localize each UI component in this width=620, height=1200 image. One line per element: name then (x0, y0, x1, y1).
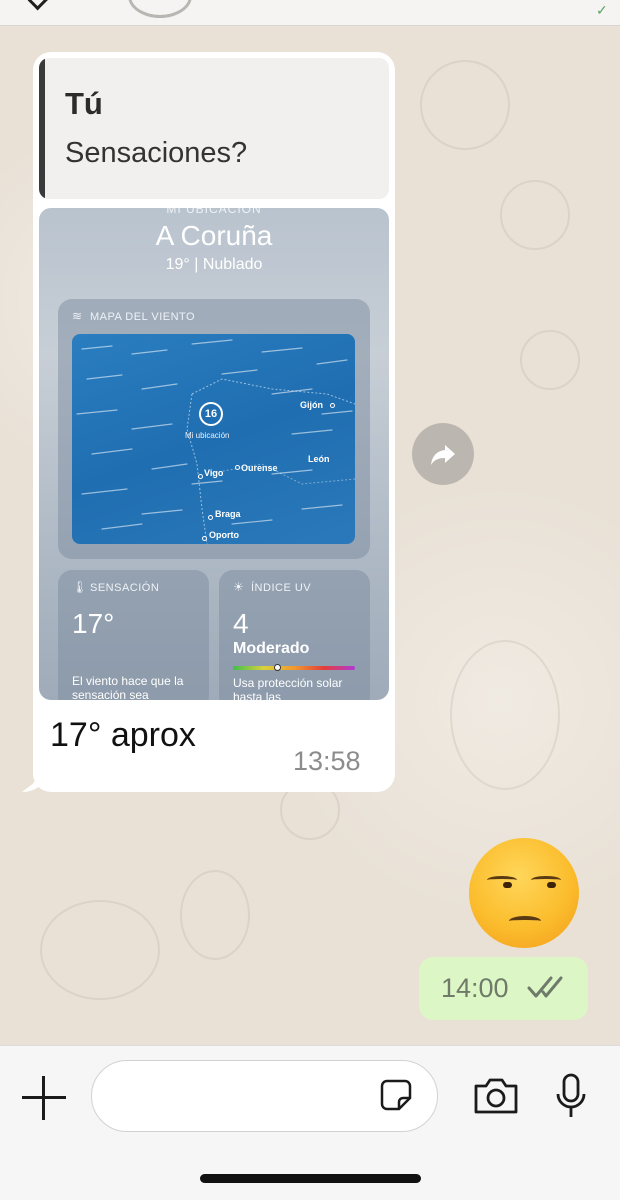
unamused-face-emoji[interactable] (469, 838, 579, 948)
map-place-braga: Braga (215, 509, 241, 519)
uv-level: Moderado (233, 640, 310, 657)
map-dot (208, 515, 213, 520)
feels-like-title: SENSACIÓN (90, 582, 160, 594)
shared-weather-screenshot[interactable]: MI UBICACIÓN A Coruña 19° | Nublado ≋ MA… (39, 208, 389, 700)
call-icon[interactable]: ✓ (596, 2, 610, 18)
forward-arrow-icon (431, 445, 455, 465)
sun-icon: ☀ (233, 580, 244, 594)
left-pupil (503, 882, 512, 888)
plus-icon[interactable] (22, 1076, 66, 1120)
uv-title: ÍNDICE UV (251, 582, 312, 594)
map-place-oporto: Oporto (209, 530, 239, 540)
temperature-pin: 16 (199, 402, 223, 426)
microphone-icon[interactable] (553, 1072, 589, 1120)
map-place-ourense: Ourense (241, 463, 278, 473)
quote-bar (39, 58, 45, 199)
incoming-timestamp: 13:58 (293, 746, 361, 776)
right-eye (531, 876, 561, 884)
uv-index-card: ☀ ÍNDICE UV 4 Moderado Usa protección so… (219, 570, 370, 700)
forward-button[interactable] (412, 423, 474, 485)
map-dot (330, 403, 335, 408)
uv-value: 4 (233, 608, 249, 639)
contact-avatar[interactable] (128, 0, 192, 18)
quoted-reply[interactable]: Tú Sensaciones? (39, 58, 389, 199)
feels-like-value: 17° (72, 608, 115, 639)
wind-map-card: ≋ MAPA DEL VIENTO 16 Mi ubicación Gijón … (58, 299, 370, 559)
map-dot (202, 536, 207, 541)
read-double-check-icon (527, 976, 563, 998)
wind-card-title: MAPA DEL VIENTO (90, 311, 196, 323)
wind-icon: ≋ (72, 309, 83, 323)
current-conditions: 19° | Nublado (165, 256, 263, 273)
mouth (509, 916, 541, 926)
composer-bar (0, 1045, 620, 1200)
outgoing-timestamp: 14:00 (441, 973, 509, 1003)
uv-scale-bar (233, 664, 355, 671)
my-location-label: Mi ubicación (185, 431, 230, 440)
thermometer-icon: 🌡 (72, 580, 88, 594)
left-eye (487, 876, 517, 884)
message-caption: 17° aprox (50, 716, 196, 754)
map-place-vigo: Vigo (204, 468, 224, 478)
map-dot (198, 474, 203, 479)
map-dot (235, 465, 240, 470)
city-name: A Coruña (155, 220, 273, 251)
feels-like-description: El viento hace que la sensación sea (72, 674, 184, 700)
camera-icon[interactable] (472, 1076, 520, 1116)
quoted-text: Sensaciones? (65, 137, 248, 169)
right-pupil (547, 882, 556, 888)
sticker-icon[interactable] (379, 1078, 413, 1112)
outgoing-message-bubble[interactable]: 14:00 (419, 957, 588, 1020)
home-indicator (200, 1174, 421, 1183)
map-place-leon: León (308, 454, 330, 464)
uv-description: Usa protección solar hasta las (233, 676, 343, 700)
wind-map: 16 Mi ubicación Gijón León Vigo Ourense … (72, 334, 355, 544)
back-chevron-icon[interactable] (27, 0, 51, 11)
quoted-author: Tú (65, 86, 103, 121)
chat-header: ✓ (0, 0, 620, 26)
feels-like-card: 🌡 SENSACIÓN 17° El viento hace que la se… (58, 570, 209, 700)
map-place-gijon: Gijón (300, 400, 323, 410)
location-label: MI UBICACIÓN (166, 208, 262, 216)
uv-scale-marker (273, 664, 281, 671)
